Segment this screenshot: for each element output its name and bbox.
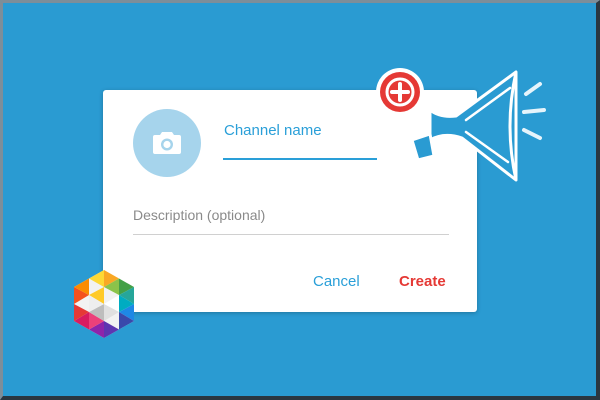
channel-name-input[interactable]: Channel name	[223, 120, 377, 160]
camera-icon	[153, 132, 181, 154]
hexagon-logo-icon	[74, 270, 134, 338]
plus-circle-icon	[376, 68, 424, 116]
channel-photo-button[interactable]	[133, 109, 201, 177]
channel-name-placeholder: Channel name	[224, 122, 322, 139]
description-input[interactable]: Description (optional)	[133, 202, 449, 235]
description-placeholder: Description (optional)	[133, 207, 266, 223]
cancel-button[interactable]: Cancel	[313, 273, 360, 290]
create-button[interactable]: Create	[399, 273, 446, 290]
megaphone-icon	[376, 68, 546, 182]
